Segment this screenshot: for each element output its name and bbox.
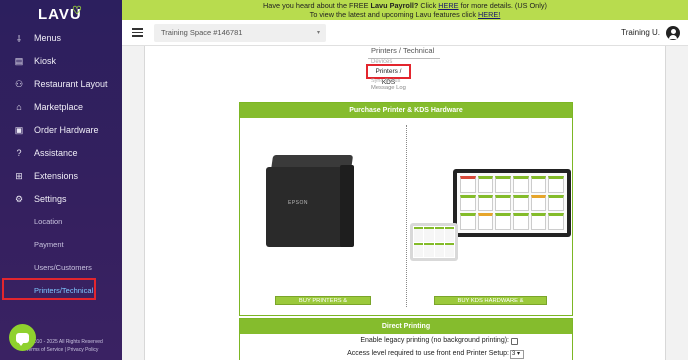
banner-text: Have you heard about the FREE	[263, 1, 371, 10]
plus-box-icon: ⊞	[15, 170, 23, 181]
sidebar-subitem-payment[interactable]: Payment	[34, 240, 64, 249]
section-divider	[406, 125, 407, 307]
buy-kds-button[interactable]: BUY KDS HARDWARE & ACCESSORIES	[434, 296, 547, 313]
highlight-box	[2, 278, 96, 300]
banner-text: Click	[418, 1, 439, 10]
banner-text: for more details. (US Only)	[458, 1, 547, 10]
copyright-text: © 2010 - 2025 All Rights Reserved	[26, 339, 103, 345]
kds-tablet-image	[410, 223, 458, 261]
sidebar-item-restaurant-layout[interactable]: ⚇ Restaurant Layout	[0, 73, 122, 95]
sidebar-item-marketplace[interactable]: ⌂ Marketplace	[0, 96, 122, 118]
sidebar-item-settings[interactable]: ⚙ Settings	[0, 188, 122, 210]
purchase-hardware-section: Purchase Printer & KDS Hardware EPSON BU…	[239, 102, 573, 316]
hamburger-menu-icon[interactable]	[132, 28, 143, 37]
banner-link-features[interactable]: HERE!	[478, 10, 500, 19]
sidebar: LAVU ♡ ⸸ Menus ▤ Kiosk ⚇ Restaurant Layo…	[0, 0, 122, 360]
sidebar-item-label: Restaurant Layout	[34, 79, 108, 89]
location-select[interactable]: Training Space #146781 ▾	[154, 24, 326, 42]
submenu-item-printers-kds[interactable]: Printers / KDS	[366, 64, 411, 86]
banner-link-payroll[interactable]: HERE	[438, 1, 458, 10]
sidebar-subitem-location[interactable]: Location	[34, 217, 62, 226]
location-select-value: Training Space #146781	[161, 28, 243, 37]
access-level-label: Access level required to use front end P…	[347, 350, 509, 357]
sidebar-item-extensions[interactable]: ⊞ Extensions	[0, 165, 122, 187]
direct-printing-section: Direct Printing Enable legacy printing (…	[239, 318, 573, 360]
sidebar-item-label: Settings	[34, 194, 67, 204]
announcement-banner: Have you heard about the FREE Lavu Payro…	[122, 0, 688, 20]
sidebar-footer: © 2010 - 2025 All Rights Reserved Terms …	[26, 338, 103, 354]
people-icon: ⚇	[14, 78, 24, 89]
hardware-icon: ▣	[14, 124, 24, 135]
help-icon: ?	[16, 148, 22, 158]
printer-image: EPSON	[266, 155, 356, 250]
legal-links[interactable]: Terms of Service | Privacy Policy	[26, 346, 103, 354]
section-title: Direct Printing	[240, 319, 572, 334]
legacy-printing-label: Enable legacy printing (no background pr…	[360, 337, 509, 344]
gear-icon: ⚙	[14, 193, 24, 204]
kiosk-icon: ▤	[14, 55, 24, 66]
sidebar-item-menus[interactable]: ⸸ Menus	[0, 27, 122, 49]
user-name[interactable]: Training U.	[621, 28, 660, 37]
access-level-select[interactable]: 3 ▾	[510, 350, 524, 359]
submenu-item-sync-status[interactable]: Sync Status	[371, 78, 400, 84]
sidebar-item-label: Assistance	[34, 148, 78, 158]
chat-bubble-icon	[16, 332, 29, 346]
submenu-item-message-log[interactable]: Message Log	[371, 85, 406, 91]
content-panel: Printers / Technical Devices Printers / …	[144, 46, 666, 360]
access-level-value: 3	[512, 351, 516, 357]
banner-bold-text: Lavu Payroll?	[370, 1, 419, 10]
submenu-title[interactable]: Printers / Technical	[371, 46, 434, 55]
user-account-icon[interactable]	[666, 26, 680, 40]
sidebar-item-label: Kiosk	[34, 56, 57, 66]
lavu-logo[interactable]: LAVU ♡	[38, 5, 83, 23]
sidebar-item-assistance[interactable]: ? Assistance	[0, 142, 122, 164]
legacy-printing-checkbox[interactable]	[511, 338, 518, 345]
sidebar-item-label: Marketplace	[34, 102, 84, 112]
sidebar-item-kiosk[interactable]: ▤ Kiosk	[0, 50, 122, 72]
sidebar-item-label: Order Hardware	[34, 125, 99, 135]
kds-monitor-image	[453, 169, 571, 237]
heart-icon: ♡	[72, 5, 83, 17]
top-header: Training Space #146781 ▾ Training U.	[122, 20, 688, 46]
chat-button[interactable]	[9, 324, 36, 351]
sidebar-item-label: Menus	[34, 33, 62, 43]
chevron-down-icon: ▾	[316, 30, 320, 36]
sidebar-subitem-users-customers[interactable]: Users/Customers	[34, 263, 92, 272]
section-title: Purchase Printer & KDS Hardware	[240, 103, 572, 118]
sidebar-item-label: Extensions	[34, 171, 79, 181]
store-icon: ⌂	[16, 102, 22, 112]
sidebar-item-order-hardware[interactable]: ▣ Order Hardware	[0, 119, 122, 141]
printer-brand-label: EPSON	[288, 200, 309, 206]
banner-text: To view the latest and upcoming Lavu fea…	[309, 10, 478, 19]
fork-knife-icon: ⸸	[16, 33, 22, 44]
buy-printers-button[interactable]: BUY PRINTERS & ACCESSORIES	[275, 296, 371, 313]
